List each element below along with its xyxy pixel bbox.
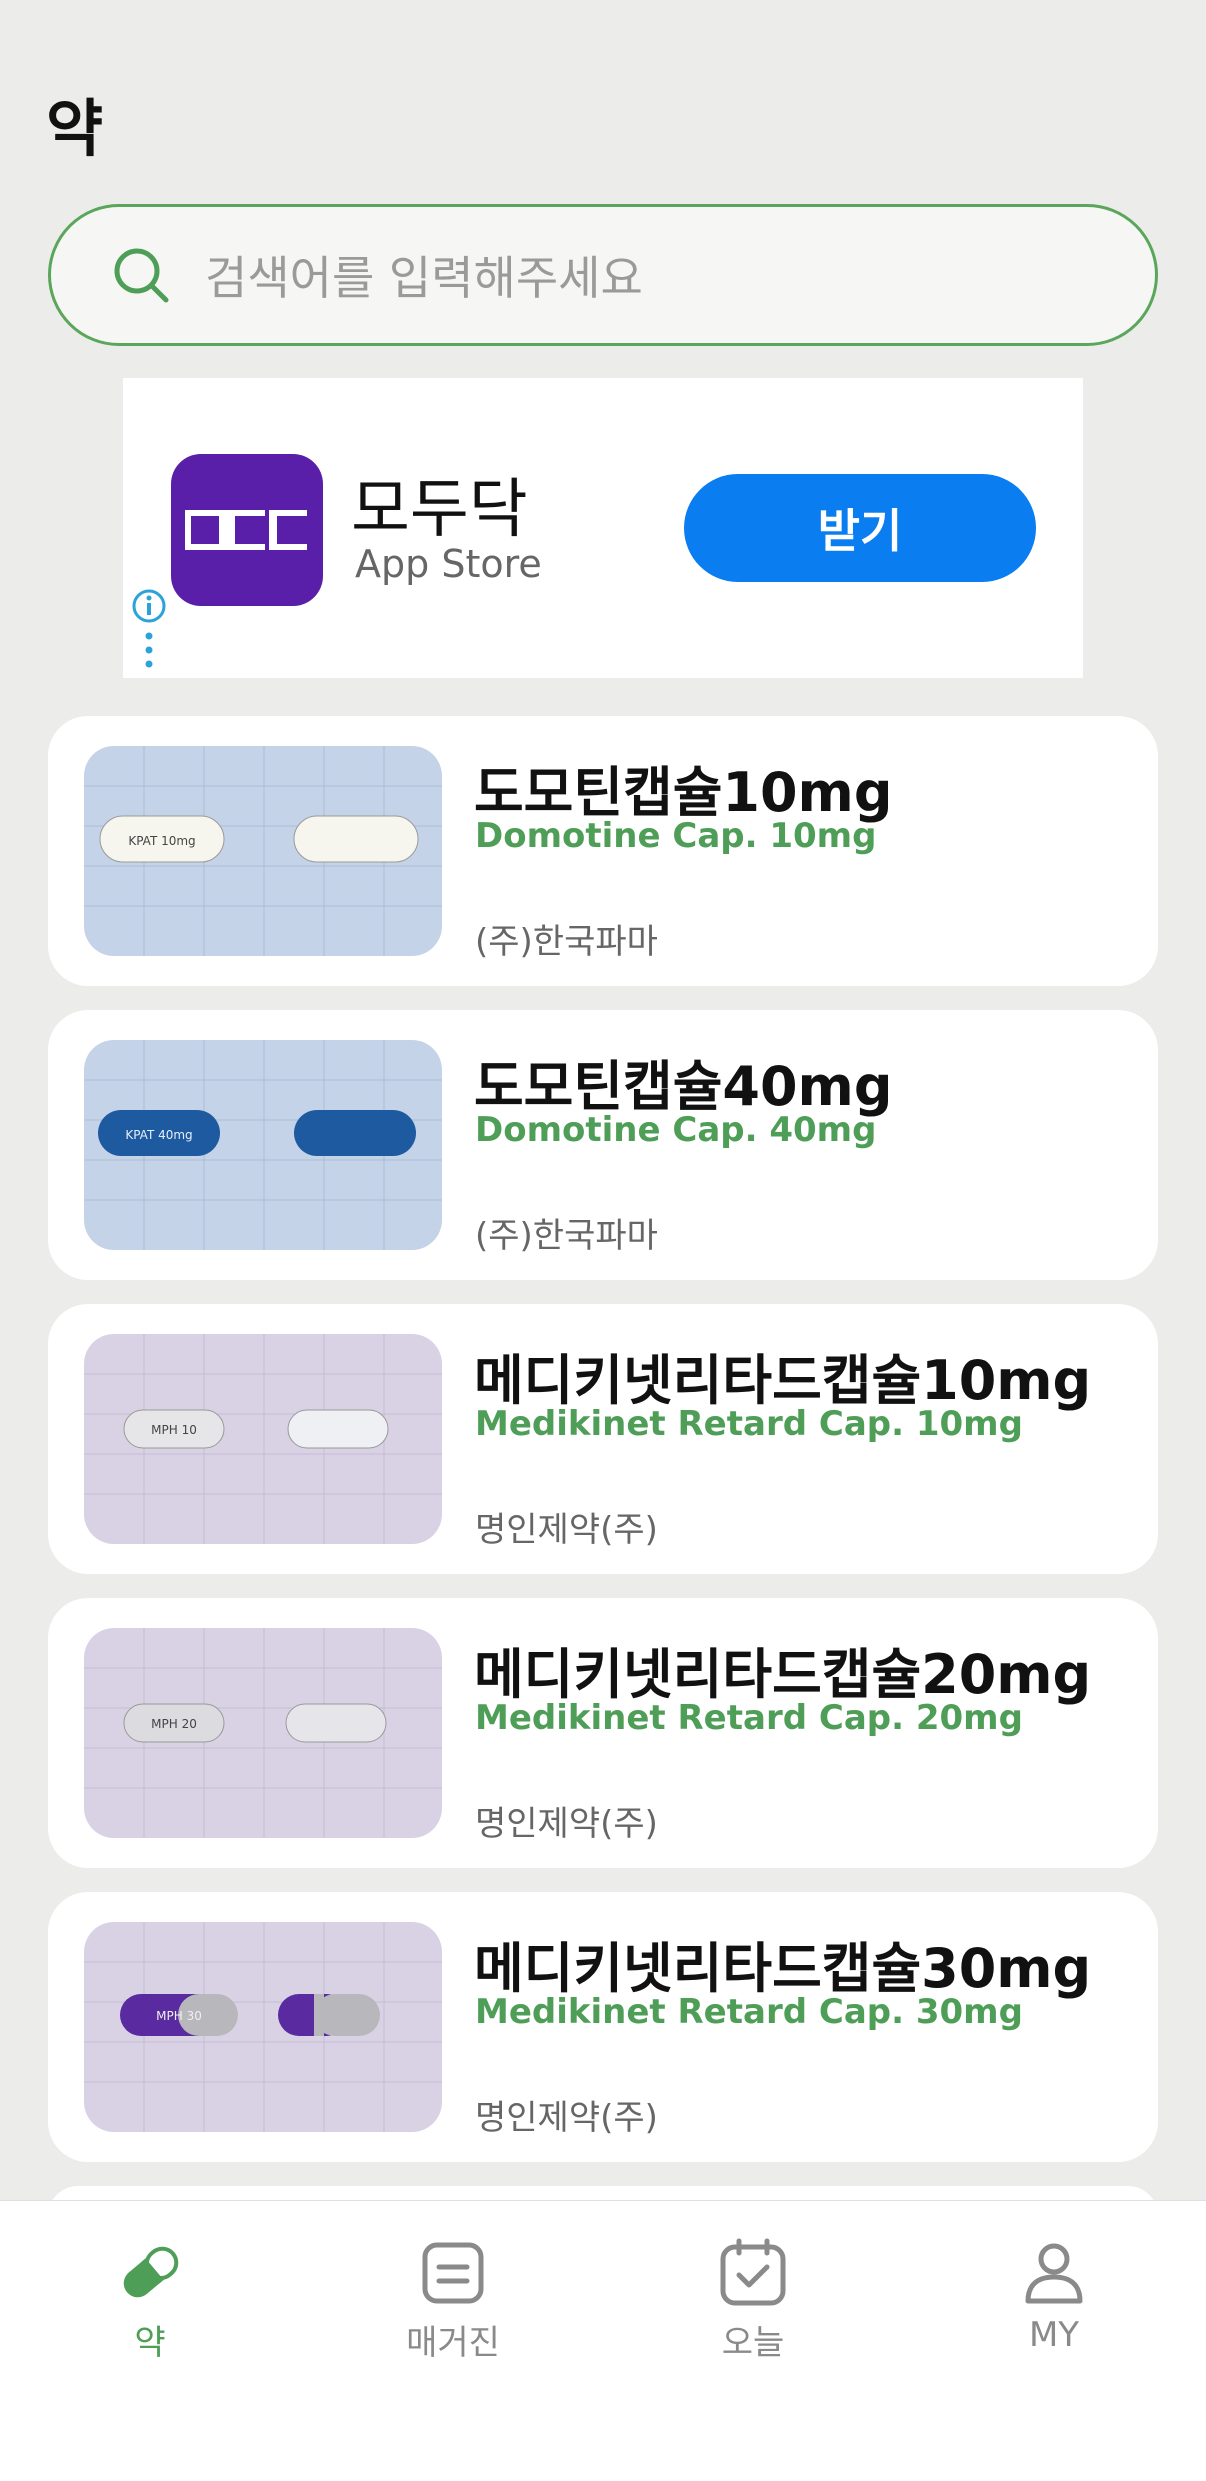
svg-text:KPAT 10mg: KPAT 10mg <box>128 834 195 848</box>
svg-text:MPH 30: MPH 30 <box>156 2009 202 2023</box>
tab-label: 매거진 <box>406 2323 500 2363</box>
pill-icon <box>123 2246 179 2298</box>
search-placeholder: 검색어를 입력해주세요 <box>205 251 643 305</box>
tab-today[interactable]: 오늘 <box>673 2237 833 2364</box>
page-title: 약 <box>46 92 104 165</box>
drug-name-en: Domotine Cap. 40mg <box>475 1110 877 1150</box>
person-icon <box>1025 2243 1083 2304</box>
drug-name-en: Medikinet Retard Cap. 10mg <box>475 1404 1023 1444</box>
drug-card[interactable]: MPH 30 메디키넷리타드캡슐30mg Medikinet Retard Ca… <box>48 1892 1158 2162</box>
calendar-check-icon <box>720 2238 786 2306</box>
drug-name-en: Medikinet Retard Cap. 30mg <box>475 1992 1023 2032</box>
get-button[interactable]: 받기 <box>684 474 1036 582</box>
drug-maker: 명인제약(주) <box>475 2098 658 2138</box>
drug-maker: (주)한국파마 <box>475 1216 658 1256</box>
search-bar[interactable]: 검색어를 입력해주세요 <box>48 204 1158 346</box>
pill-image: MPH 30 <box>84 1922 442 2132</box>
drug-maker: (주)한국파마 <box>475 922 658 962</box>
tab-my[interactable]: MY <box>974 2237 1134 2355</box>
screen: 약 검색어를 입력해주세요 모두닥 App Store 받기 KPAT 10mg… <box>0 0 1206 2481</box>
magazine-icon <box>422 2242 484 2304</box>
drug-card[interactable]: MPH 20 메디키넷리타드캡슐20mg Medikinet Retard Ca… <box>48 1598 1158 1868</box>
tab-label: 오늘 <box>721 2323 785 2363</box>
more-options-icon[interactable] <box>145 632 153 668</box>
pill-image: KPAT 40mg <box>84 1040 442 1250</box>
ad-store-label: App Store <box>355 542 542 586</box>
tab-drugs[interactable]: 약 <box>70 2237 230 2364</box>
svg-text:MPH 10: MPH 10 <box>151 1423 197 1437</box>
tab-magazine[interactable]: 매거진 <box>373 2237 533 2364</box>
ad-banner[interactable]: 모두닥 App Store 받기 <box>123 378 1083 678</box>
drug-card[interactable]: KPAT 40mg 도모틴캡슐40mg Domotine Cap. 40mg (… <box>48 1010 1158 1280</box>
drug-card[interactable]: MPH 10 메디키넷리타드캡슐10mg Medikinet Retard Ca… <box>48 1304 1158 1574</box>
app-icon[interactable] <box>171 454 323 606</box>
drug-maker: 명인제약(주) <box>475 1510 658 1550</box>
ad-app-name: 모두닥 <box>351 473 528 547</box>
bottom-tab-bar: 약 매거진 오늘 MY <box>0 2200 1206 2481</box>
drug-name-en: Medikinet Retard Cap. 20mg <box>475 1698 1023 1738</box>
pill-image: MPH 10 <box>84 1334 442 1544</box>
search-icon <box>114 248 169 303</box>
pill-image: MPH 20 <box>84 1628 442 1838</box>
info-icon[interactable] <box>131 588 167 624</box>
occ-logo-icon <box>185 510 307 550</box>
svg-text:MPH 20: MPH 20 <box>151 1717 197 1731</box>
drug-maker: 명인제약(주) <box>475 1804 658 1844</box>
pill-image: KPAT 10mg <box>84 746 442 956</box>
tab-label: 약 <box>134 2323 166 2363</box>
drug-card[interactable]: KPAT 10mg 도모틴캡슐10mg Domotine Cap. 10mg (… <box>48 716 1158 986</box>
tab-label: MY <box>1028 2315 1080 2355</box>
drug-name-en: Domotine Cap. 10mg <box>475 816 877 856</box>
svg-text:KPAT 40mg: KPAT 40mg <box>125 1128 192 1142</box>
